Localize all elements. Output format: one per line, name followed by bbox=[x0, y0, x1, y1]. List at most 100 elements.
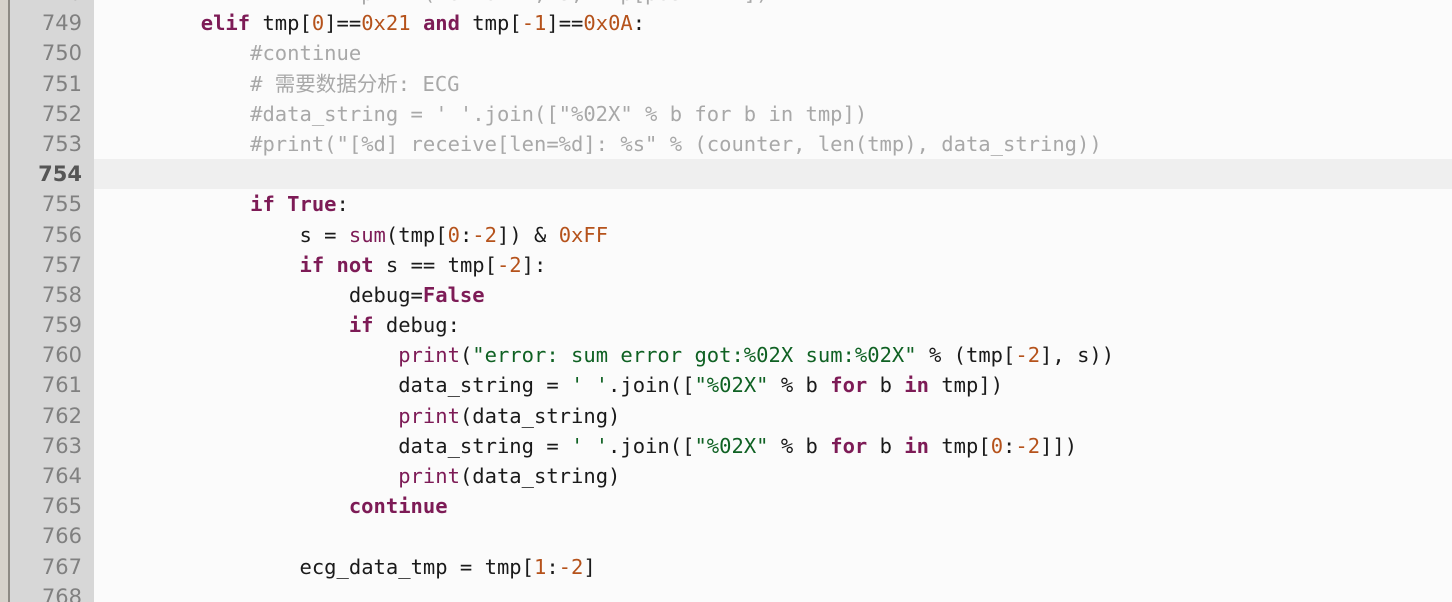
line-number[interactable]: 752 bbox=[10, 99, 94, 129]
line-number[interactable]: 748 bbox=[10, 0, 94, 8]
code-token-plain: .join([ bbox=[608, 433, 695, 458]
code-line[interactable]: s = sum(tmp[0:-2]) & 0xFF bbox=[94, 220, 1452, 250]
code-line[interactable]: print(data_string) bbox=[94, 461, 1452, 491]
window-edge-strip bbox=[0, 0, 8, 602]
line-number[interactable]: 768 bbox=[10, 582, 94, 602]
code-line[interactable]: #print("error:", s, tmp[pos+1:-1]) bbox=[94, 0, 1452, 8]
code-line-text: data_string = ' '.join(["%02X" % b for b… bbox=[94, 431, 1077, 461]
line-number[interactable]: 755 bbox=[10, 189, 94, 219]
code-line-text: print(data_string) bbox=[94, 461, 620, 491]
code-token-plain: tmp]) bbox=[928, 373, 1004, 398]
code-line-text: data_string = ' '.join(["%02X" % b for b… bbox=[94, 370, 1003, 400]
code-line[interactable] bbox=[94, 582, 1452, 602]
line-number[interactable]: 757 bbox=[10, 250, 94, 280]
code-token-plain: b bbox=[867, 373, 905, 398]
code-token-plain: (data_string) bbox=[459, 403, 621, 428]
code-token-plain: : bbox=[459, 222, 473, 247]
code-token-plain: : bbox=[336, 192, 349, 217]
line-number[interactable]: 761 bbox=[10, 370, 94, 400]
code-line[interactable] bbox=[94, 521, 1452, 551]
line-number[interactable]: 763 bbox=[10, 431, 94, 461]
code-line-text: s = sum(tmp[0:-2]) & 0xFF bbox=[94, 220, 608, 250]
code-token-plain: ]: bbox=[521, 252, 547, 277]
code-token-kw: True bbox=[287, 192, 337, 217]
code-line[interactable]: # 需要数据分析: ECG bbox=[94, 69, 1452, 99]
code-editor[interactable]: 7487497507517527537547557567577587597607… bbox=[0, 0, 1452, 602]
code-line-text: debug=False bbox=[94, 280, 485, 310]
line-number[interactable]: 756 bbox=[10, 220, 94, 250]
code-token-str: ' ' bbox=[571, 433, 609, 458]
code-token-str: "error: sum error got:%02X sum:%02X" bbox=[472, 343, 917, 368]
code-line[interactable]: if debug: bbox=[94, 310, 1452, 340]
code-token-num: -1 bbox=[521, 11, 547, 36]
code-line[interactable]: if not s == tmp[-2]: bbox=[94, 250, 1452, 280]
line-number-gutter[interactable]: 7487497507517527537547557567577587597607… bbox=[10, 0, 94, 602]
code-token-num: 0 bbox=[311, 11, 325, 36]
code-token-kw: for bbox=[830, 373, 868, 398]
line-number[interactable]: 749 bbox=[10, 8, 94, 38]
line-number[interactable]: 751 bbox=[10, 69, 94, 99]
code-token-plain: debug: bbox=[373, 313, 460, 338]
line-number[interactable]: 754 bbox=[10, 159, 94, 189]
line-number[interactable]: 764 bbox=[10, 461, 94, 491]
line-number[interactable]: 750 bbox=[10, 38, 94, 68]
code-line[interactable]: #data_string = ' '.join(["%02X" % b for … bbox=[94, 99, 1452, 129]
code-token-plain: tmp[ bbox=[928, 433, 991, 458]
code-token-plain: ]== bbox=[324, 11, 362, 36]
code-line[interactable]: #print("[%d] receive[len=%d]: %s" % (cou… bbox=[94, 129, 1452, 159]
line-number[interactable]: 759 bbox=[10, 310, 94, 340]
code-token-cmt: #print("[%d] receive[len=%d]: %s" % (cou… bbox=[250, 131, 1102, 156]
code-line-text: continue bbox=[94, 491, 448, 521]
code-line[interactable]: elif tmp[0]==0x21 and tmp[-1]==0x0A: bbox=[94, 8, 1452, 38]
line-number[interactable]: 766 bbox=[10, 521, 94, 551]
code-line-text: #continue bbox=[94, 38, 361, 68]
code-text-area[interactable]: #print("error:", s, tmp[pos+1:-1]) elif … bbox=[94, 0, 1452, 602]
line-number[interactable]: 765 bbox=[10, 491, 94, 521]
code-line[interactable]: print("error: sum error got:%02X sum:%02… bbox=[94, 340, 1452, 370]
code-token-num: -2 bbox=[558, 554, 584, 579]
line-number[interactable]: 760 bbox=[10, 340, 94, 370]
code-line[interactable]: #continue bbox=[94, 38, 1452, 68]
code-line[interactable]: print(data_string) bbox=[94, 401, 1452, 431]
line-number[interactable]: 767 bbox=[10, 552, 94, 582]
code-token-num: 0xFF bbox=[558, 222, 609, 247]
line-number[interactable]: 753 bbox=[10, 129, 94, 159]
code-token-plain: ]) & bbox=[496, 222, 559, 247]
code-token-plain: ecg_data_tmp = tmp[ bbox=[299, 554, 534, 579]
code-token-num: 1 bbox=[533, 554, 547, 579]
code-token-plain: .join([ bbox=[608, 373, 695, 398]
code-token-kw: False bbox=[422, 282, 485, 307]
code-token-plain: debug= bbox=[348, 282, 423, 307]
code-line[interactable]: debug=False bbox=[94, 280, 1452, 310]
code-token-plain: s == tmp[ bbox=[373, 252, 497, 277]
code-token-plain: b bbox=[867, 433, 905, 458]
code-line[interactable]: continue bbox=[94, 491, 1452, 521]
code-token-plain: (data_string) bbox=[459, 464, 621, 488]
line-number[interactable]: 758 bbox=[10, 280, 94, 310]
code-line[interactable]: if True: bbox=[94, 189, 1452, 219]
line-number[interactable]: 762 bbox=[10, 401, 94, 431]
code-line-current[interactable] bbox=[94, 159, 1452, 190]
code-line[interactable]: ecg_data_tmp = tmp[1:-2] bbox=[94, 552, 1452, 582]
code-line-text: #data_string = ' '.join(["%02X" % b for … bbox=[94, 99, 867, 129]
code-line[interactable]: data_string = ' '.join(["%02X" % b for b… bbox=[94, 431, 1452, 461]
code-line[interactable]: data_string = ' '.join(["%02X" % b for b… bbox=[94, 370, 1452, 400]
code-token-str: "%02X" bbox=[694, 433, 769, 458]
code-token-plain: ] bbox=[583, 554, 596, 579]
code-line-text: #print("[%d] receive[len=%d]: %s" % (cou… bbox=[94, 129, 1102, 159]
